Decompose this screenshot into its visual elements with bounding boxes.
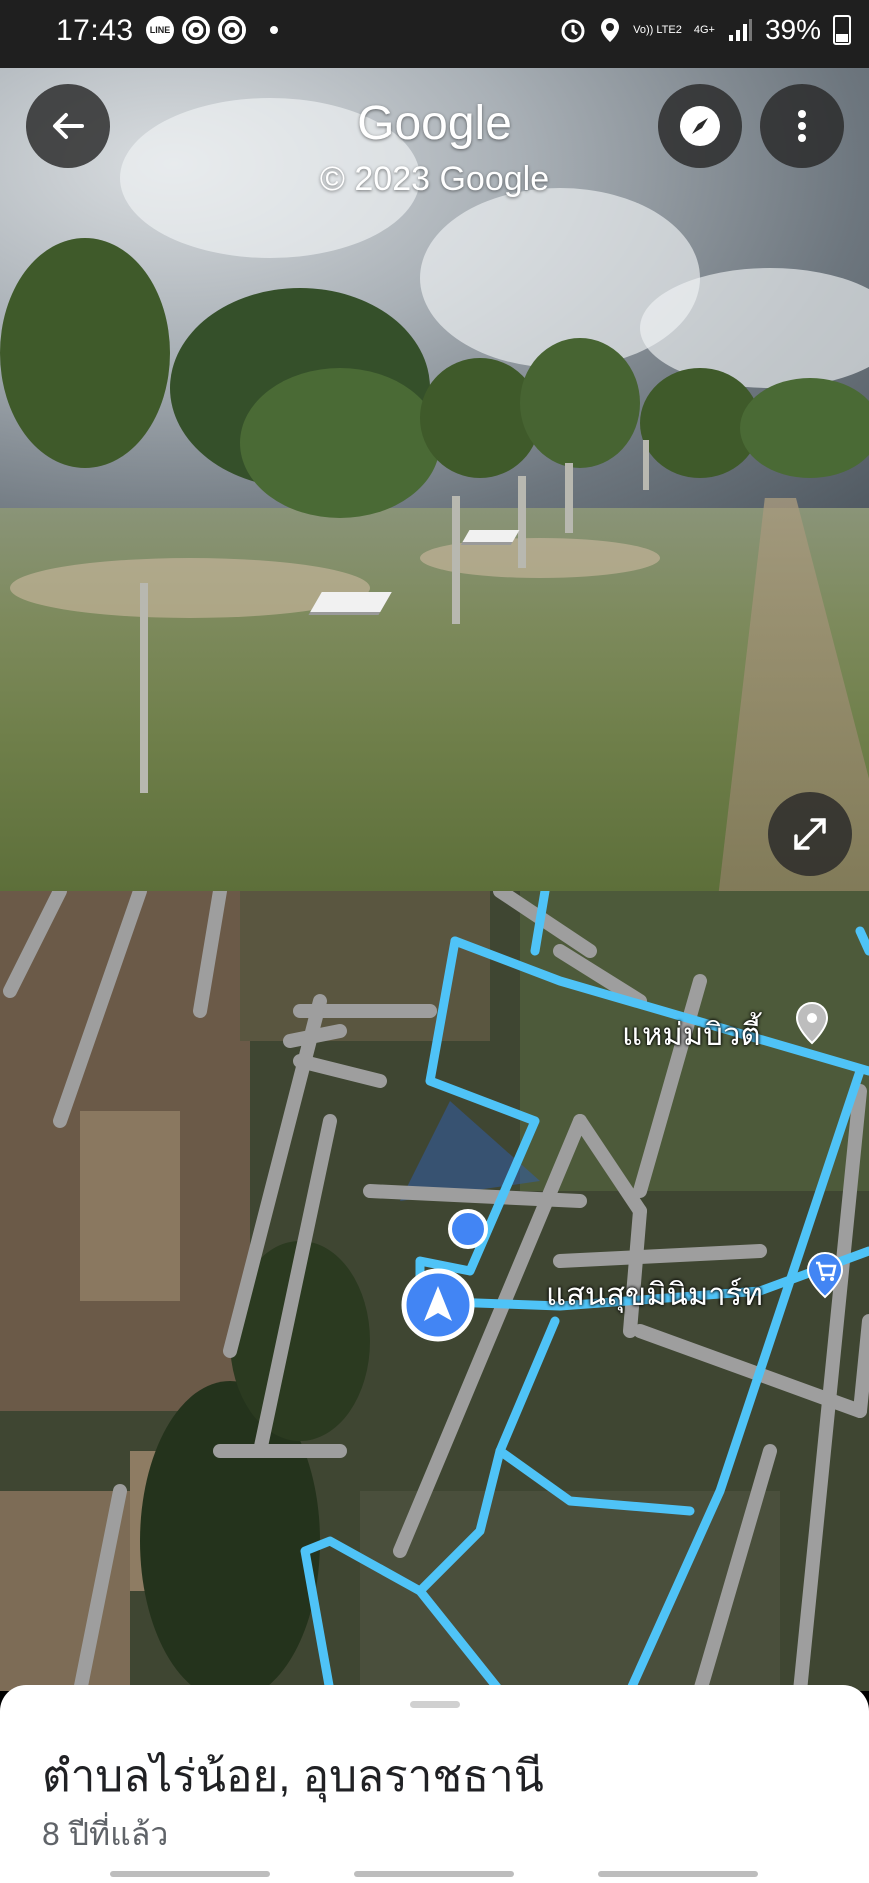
status-time: 17:43 xyxy=(56,14,134,47)
alarm-icon xyxy=(561,19,585,43)
status-bar: 17:43 LINE Vo)) LTE2 4G+ 39% xyxy=(0,0,869,68)
shopping-cart-pin-icon[interactable] xyxy=(805,1251,845,1299)
tree xyxy=(520,338,640,468)
fence-post xyxy=(643,440,649,490)
fence-post xyxy=(565,463,573,533)
network-type: Vo)) LTE2 xyxy=(633,23,682,36)
image-date: 8 ปีที่แล้ว xyxy=(42,1816,169,1852)
fence-post xyxy=(452,496,460,624)
map-label-place1[interactable]: แหม่มบิวตี้ xyxy=(622,1009,761,1059)
more-vert-icon xyxy=(798,110,806,142)
tree xyxy=(240,368,440,518)
nav-home-button[interactable] xyxy=(354,1871,514,1877)
location-icon xyxy=(601,18,620,42)
map-label-place2[interactable]: แสนสุขมินิมาร์ท xyxy=(546,1269,763,1319)
navigation-arrow-forward[interactable] xyxy=(462,530,520,542)
chrome-icon xyxy=(182,16,210,44)
place-title: ตำบลไร่น้อย, อุบลราชธานี xyxy=(42,1752,544,1801)
navigation-arrow-back[interactable] xyxy=(310,592,392,612)
fence-post xyxy=(518,476,526,568)
satellite-map[interactable]: แหม่มบิวตี้ แสนสุขมินิมาร์ท xyxy=(0,891,869,1691)
expand-button[interactable] xyxy=(768,792,852,876)
more-options-button[interactable] xyxy=(760,84,844,168)
tree xyxy=(0,238,170,468)
battery-icon xyxy=(833,15,851,45)
battery-percent: 39% xyxy=(764,14,821,45)
fullscreen-icon xyxy=(794,818,826,850)
fence-post xyxy=(140,583,148,793)
network-gen: 4G+ xyxy=(693,23,715,36)
tree xyxy=(740,378,869,478)
chrome-icon xyxy=(218,16,246,44)
street-view-panorama[interactable]: Google © 2023 Google xyxy=(0,68,869,891)
bottom-sheet[interactable]: ตำบลไร่น้อย, อุบลราชธานี 8 ปีที่แล้ว xyxy=(0,1685,869,1883)
copyright-text: © 2023 Google xyxy=(319,160,550,198)
place-pin-icon[interactable] xyxy=(795,1001,829,1045)
system-nav-bar xyxy=(0,1865,869,1883)
status-system-icons: Vo)) LTE2 4G+ 39% xyxy=(559,14,851,46)
more-notifications-dot xyxy=(270,26,278,34)
compass-button[interactable] xyxy=(658,84,742,168)
back-button[interactable] xyxy=(26,84,110,168)
status-notification-icons: LINE xyxy=(146,16,278,44)
arrow-left-icon xyxy=(53,113,84,139)
compass-icon xyxy=(680,106,720,146)
signal-icon xyxy=(728,19,752,41)
line-app-icon: LINE xyxy=(146,16,174,44)
nav-recent-button[interactable] xyxy=(110,1871,270,1877)
route-waypoint xyxy=(448,1209,488,1249)
nav-back-button[interactable] xyxy=(598,1871,758,1877)
drag-handle[interactable] xyxy=(410,1701,460,1708)
